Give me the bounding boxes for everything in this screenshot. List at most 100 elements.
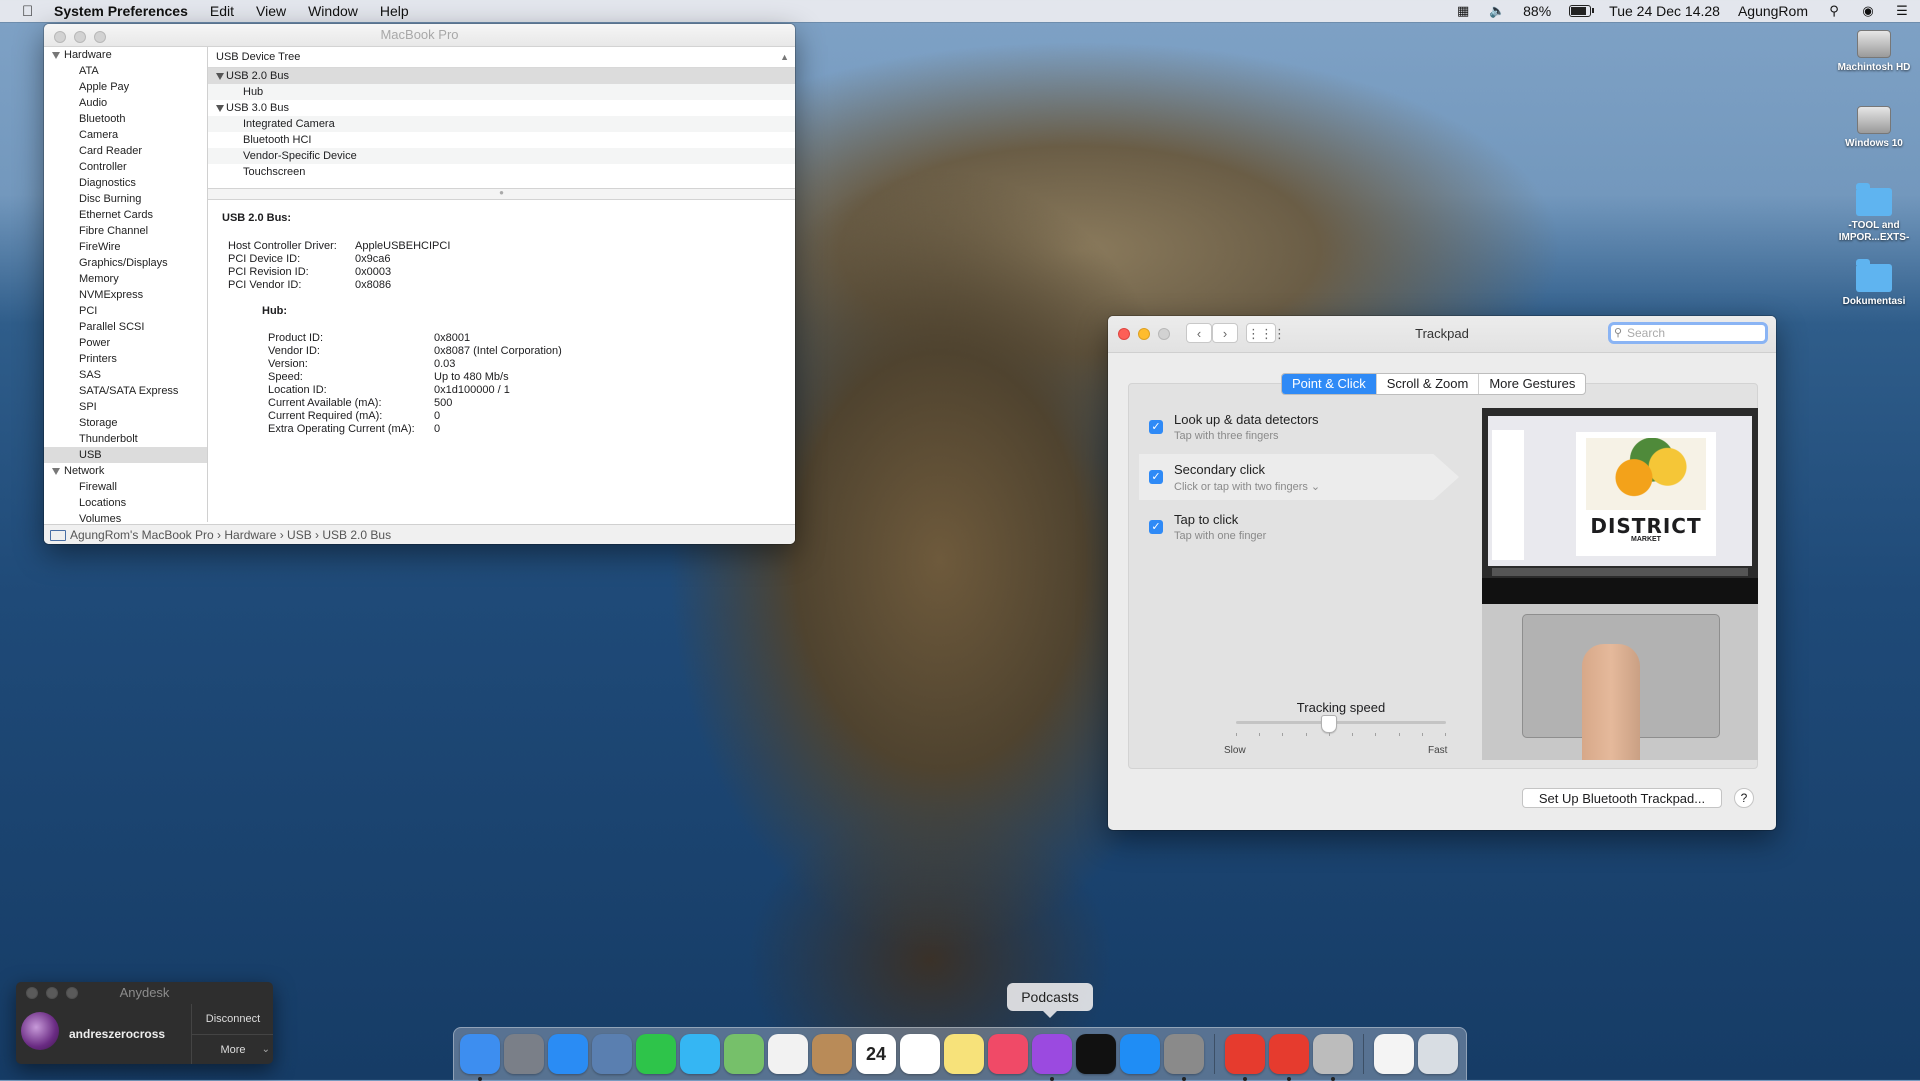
dock-app-store-icon[interactable] <box>1120 1034 1160 1074</box>
help-button[interactable]: ? <box>1734 788 1754 808</box>
volume-icon[interactable]: 🔈 <box>1489 4 1505 18</box>
dock-anydesk-2-icon[interactable] <box>1269 1034 1309 1081</box>
option-tap-to-click[interactable]: ✓ Tap to click Tap with one finger <box>1139 504 1459 550</box>
zoom-button[interactable] <box>66 987 78 999</box>
minimize-button[interactable] <box>74 31 86 43</box>
dock-music-icon[interactable] <box>988 1034 1028 1074</box>
tree-row[interactable]: Touchscreen <box>208 164 795 180</box>
menu-user[interactable]: AgungRom <box>1738 3 1808 19</box>
tree-row[interactable]: Bluetooth HCI <box>208 132 795 148</box>
dock-notes-icon[interactable] <box>944 1034 984 1074</box>
tab-point-click[interactable]: Point & Click <box>1282 374 1377 394</box>
dock-system-preferences-icon[interactable] <box>1164 1034 1204 1081</box>
sidebar-group-network[interactable]: Network <box>44 463 207 479</box>
dock-safari-icon[interactable] <box>548 1034 588 1074</box>
dock-contacts-icon[interactable] <box>812 1034 852 1074</box>
tree-row[interactable]: Vendor-Specific Device <box>208 148 795 164</box>
sidebar-item-printers[interactable]: Printers <box>44 351 207 367</box>
sidebar-item-usb[interactable]: USB <box>44 447 207 463</box>
dock-document-icon[interactable] <box>1374 1034 1414 1074</box>
more-button[interactable]: More ⌄ <box>192 1035 273 1064</box>
secondary-click-dropdown[interactable]: Click or tap with two fingers ⌄ <box>1174 480 1320 493</box>
window-toolbar[interactable]: ‹ › ⋮⋮⋮ Trackpad ⚲ Search <box>1108 316 1776 353</box>
battery-icon[interactable] <box>1569 5 1595 17</box>
dock-reminders-icon[interactable] <box>900 1034 940 1074</box>
sidebar-item-ata[interactable]: ATA <box>44 63 207 79</box>
sidebar-item-disc-burning[interactable]: Disc Burning <box>44 191 207 207</box>
spotlight-icon[interactable]: ⚲ <box>1826 4 1842 18</box>
sidebar-item-thunderbolt[interactable]: Thunderbolt <box>44 431 207 447</box>
dock-podcasts-icon[interactable] <box>1032 1034 1072 1081</box>
sidebar-item-bluetooth[interactable]: Bluetooth <box>44 111 207 127</box>
dock-facetime-icon[interactable] <box>636 1034 676 1074</box>
tracking-speed-track[interactable] <box>1236 721 1446 724</box>
tab-scroll-zoom[interactable]: Scroll & Zoom <box>1377 374 1480 394</box>
close-button[interactable] <box>26 987 38 999</box>
sidebar-item-volumes[interactable]: Volumes <box>44 511 207 522</box>
minimize-button[interactable] <box>46 987 58 999</box>
desktop-icon-windows-10[interactable]: Windows 10 <box>1834 106 1914 150</box>
sidebar-item-fibre-channel[interactable]: Fibre Channel <box>44 223 207 239</box>
checkbox-secondary-click[interactable]: ✓ <box>1149 470 1163 484</box>
window-titlebar[interactable]: MacBook Pro <box>44 24 795 47</box>
dock-launchpad-icon[interactable] <box>504 1034 544 1074</box>
dock-maps-icon[interactable] <box>724 1034 764 1074</box>
disclosure-triangle-icon[interactable] <box>216 104 224 112</box>
battery-percent[interactable]: 88% <box>1523 3 1551 19</box>
activity-monitor-icon[interactable]: ▦ <box>1455 4 1471 18</box>
disclosure-triangle-icon[interactable] <box>216 72 224 80</box>
notification-center-icon[interactable]: ☰ <box>1894 4 1910 18</box>
menu-window[interactable]: Window <box>308 3 358 19</box>
sidebar-item-ethernet-cards[interactable]: Ethernet Cards <box>44 207 207 223</box>
setup-bluetooth-trackpad-button[interactable]: Set Up Bluetooth Trackpad... <box>1522 788 1722 808</box>
sidebar-item-sas[interactable]: SAS <box>44 367 207 383</box>
sidebar-item-sata-sata-express[interactable]: SATA/SATA Express <box>44 383 207 399</box>
tree-row[interactable]: Hub <box>208 84 795 100</box>
dock-tv-icon[interactable] <box>1076 1034 1116 1074</box>
menu-edit[interactable]: Edit <box>210 3 234 19</box>
sidebar-item-camera[interactable]: Camera <box>44 127 207 143</box>
tree-row-usb3-bus[interactable]: USB 3.0 Bus <box>208 100 795 116</box>
search-field[interactable]: ⚲ Search <box>1608 322 1768 344</box>
tracking-speed-slider[interactable] <box>1321 715 1338 733</box>
sidebar-item-storage[interactable]: Storage <box>44 415 207 431</box>
sidebar-item-firewall[interactable]: Firewall <box>44 479 207 495</box>
sidebar-item-nvmexpress[interactable]: NVMExpress <box>44 287 207 303</box>
sidebar-item-firewire[interactable]: FireWire <box>44 239 207 255</box>
apple-menu-icon[interactable]:  <box>22 3 36 20</box>
menu-help[interactable]: Help <box>380 3 409 19</box>
sidebar-item-card-reader[interactable]: Card Reader <box>44 143 207 159</box>
siri-icon[interactable]: ◉ <box>1860 4 1876 18</box>
option-secondary-click[interactable]: ✓ Secondary click Click or tap with two … <box>1139 454 1459 500</box>
sidebar-item-memory[interactable]: Memory <box>44 271 207 287</box>
menu-app-name[interactable]: System Preferences <box>54 3 188 19</box>
dock-usb-utility-icon[interactable] <box>1313 1034 1353 1081</box>
tab-more-gestures[interactable]: More Gestures <box>1479 374 1585 394</box>
sidebar-item-diagnostics[interactable]: Diagnostics <box>44 175 207 191</box>
dock-trash-icon[interactable] <box>1418 1034 1458 1074</box>
zoom-button[interactable] <box>94 31 106 43</box>
sidebar-group-hardware[interactable]: Hardware <box>44 47 207 63</box>
menu-clock[interactable]: Tue 24 Dec 14.28 <box>1609 3 1720 19</box>
option-look-up[interactable]: ✓ Look up & data detectors Tap with thre… <box>1139 404 1459 450</box>
disclosure-triangle-icon[interactable] <box>52 467 60 475</box>
sidebar-item-graphics-displays[interactable]: Graphics/Displays <box>44 255 207 271</box>
disclosure-triangle-icon[interactable] <box>52 51 60 59</box>
sort-chevron-icon[interactable]: ▲ <box>780 47 789 67</box>
checkbox-look-up[interactable]: ✓ <box>1149 420 1163 434</box>
disconnect-button[interactable]: Disconnect <box>192 1004 273 1035</box>
sidebar-item-spi[interactable]: SPI <box>44 399 207 415</box>
dock-anydesk-icon[interactable] <box>1225 1034 1265 1081</box>
window-titlebar[interactable]: Anydesk <box>16 982 273 1004</box>
dock-messages-icon[interactable] <box>680 1034 720 1074</box>
dock-photos-icon[interactable] <box>768 1034 808 1074</box>
dock-preview-icon[interactable] <box>592 1034 632 1074</box>
sidebar-item-controller[interactable]: Controller <box>44 159 207 175</box>
path-text[interactable]: AgungRom's MacBook Pro › Hardware › USB … <box>70 528 391 542</box>
tree-row[interactable]: Integrated Camera <box>208 116 795 132</box>
close-button[interactable] <box>54 31 66 43</box>
desktop-icon-machintosh-hd[interactable]: Machintosh HD <box>1834 30 1914 74</box>
sidebar-item-locations[interactable]: Locations <box>44 495 207 511</box>
tree-row-usb2-bus[interactable]: USB 2.0 Bus <box>208 68 795 84</box>
desktop-icon-tool-folder[interactable]: -TOOL and IMPOR...EXTS- <box>1834 183 1914 244</box>
